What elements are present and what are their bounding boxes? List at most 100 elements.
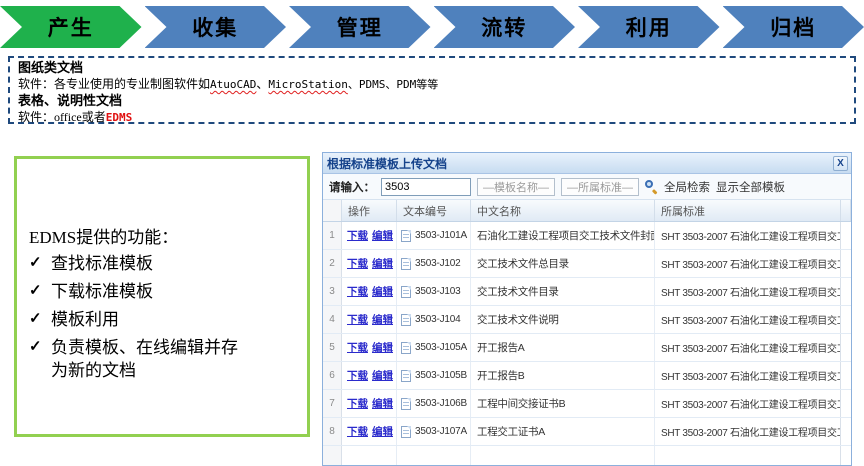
doc-name-cell: 交工技术文件说明 xyxy=(471,306,655,333)
row-actions: 下载 编辑 xyxy=(342,334,397,361)
edit-link[interactable]: 编辑 xyxy=(372,368,393,383)
feature-item-find: ✓ 查找标准模板 xyxy=(29,252,297,275)
header-operation[interactable]: 操作 xyxy=(342,200,397,221)
template-name-dropdown[interactable]: —模板名称— xyxy=(477,178,555,196)
row-spacer xyxy=(841,390,851,417)
document-icon xyxy=(401,286,411,298)
doc-code: 3503-J102 xyxy=(415,258,460,269)
edit-link[interactable]: 编辑 xyxy=(372,340,393,355)
edit-link[interactable]: 编辑 xyxy=(372,256,393,271)
search-input-label: 请输入： xyxy=(329,179,375,195)
feature-item-label: 查找标准模板 xyxy=(51,252,153,275)
feature-item-use: ✓ 模板利用 xyxy=(29,308,297,331)
row-number: 3 xyxy=(323,278,342,305)
header-chinese-name[interactable]: 中文名称 xyxy=(471,200,655,221)
feature-item-label: 负责模板、在线编辑并存为新的文档 xyxy=(51,336,247,382)
table-row: 3 下载 编辑 3503-J103 交工技术文件目录 SHT 3503-2007… xyxy=(323,278,851,306)
feature-item-edit-save: ✓ 负责模板、在线编辑并存为新的文档 xyxy=(29,336,297,382)
flow-step-collect: 收集 xyxy=(145,6,287,48)
header-row-number xyxy=(323,200,342,221)
table-row: 5 下载 编辑 3503-J105A 开工报告A SHT 3503-2007 石… xyxy=(323,334,851,362)
show-all-templates-button[interactable]: 显示全部模板 xyxy=(716,179,785,195)
doc-code-cell: 3503-J105B xyxy=(397,362,471,389)
drawings-software-suffix: 、PDMS、PDM等等 xyxy=(348,78,438,91)
software-name-edms: EDMS xyxy=(106,111,133,124)
edit-link[interactable]: 编辑 xyxy=(372,312,393,327)
doc-name-cell: 开工报告A xyxy=(471,334,655,361)
checkmark-icon: ✓ xyxy=(29,308,51,328)
download-link[interactable]: 下载 xyxy=(347,424,368,439)
row-actions: 下载 编辑 xyxy=(342,250,397,277)
edit-link[interactable]: 编辑 xyxy=(372,228,393,243)
doc-standard-cell: SHT 3503-2007 石油化工建设工程项目交工... xyxy=(655,390,841,417)
window-title: 根据标准模板上传文档 xyxy=(327,155,833,172)
download-link[interactable]: 下载 xyxy=(347,228,368,243)
download-link[interactable]: 下载 xyxy=(347,396,368,411)
row-actions: 下载 编辑 xyxy=(342,390,397,417)
upload-template-window: 根据标准模板上传文档 X 请输入： —模板名称— —所属标准— 全局检索 显示全… xyxy=(322,152,852,466)
table-header: 操作 文本编号 中文名称 所属标准 xyxy=(323,200,851,222)
doc-standard-cell xyxy=(655,446,841,466)
search-toolbar: 请输入： —模板名称— —所属标准— 全局检索 显示全部模板 xyxy=(323,174,851,200)
row-number: 4 xyxy=(323,306,342,333)
doc-code: 3503-J105B xyxy=(415,370,467,381)
doc-type-heading-tables: 表格、说明性文档 xyxy=(18,93,846,109)
download-link[interactable]: 下载 xyxy=(347,256,368,271)
feature-item-download: ✓ 下载标准模板 xyxy=(29,280,297,303)
download-link[interactable]: 下载 xyxy=(347,340,368,355)
doc-code-cell: 3503-J102 xyxy=(397,250,471,277)
standard-dropdown[interactable]: —所属标准— xyxy=(561,178,639,196)
row-spacer xyxy=(841,362,851,389)
feature-item-label: 模板利用 xyxy=(51,308,119,331)
doc-code: 3503-J103 xyxy=(415,286,460,297)
row-actions: 下载 编辑 xyxy=(342,278,397,305)
download-link[interactable]: 下载 xyxy=(347,284,368,299)
row-actions xyxy=(342,446,397,466)
search-input[interactable] xyxy=(381,178,471,196)
doc-name-cell xyxy=(471,446,655,466)
features-title: EDMS提供的功能： xyxy=(29,223,297,248)
doc-name-cell: 石油化工建设工程项目交工技术文件封面A xyxy=(471,222,655,249)
edit-link[interactable]: 编辑 xyxy=(372,424,393,439)
document-icon xyxy=(401,314,411,326)
row-number: 8 xyxy=(323,418,342,445)
doc-code: 3503-J104 xyxy=(415,314,460,325)
row-spacer xyxy=(841,306,851,333)
doc-standard-cell: SHT 3503-2007 石油化工建设工程项目交工... xyxy=(655,418,841,445)
table-row-partial xyxy=(323,446,851,466)
doc-code-cell: 3503-J106B xyxy=(397,390,471,417)
header-spacer xyxy=(841,200,851,221)
doc-standard-cell: SHT 3503-2007 石油化工建设工程项目交工... xyxy=(655,306,841,333)
row-actions: 下载 编辑 xyxy=(342,222,397,249)
edit-link[interactable]: 编辑 xyxy=(372,396,393,411)
global-search-button[interactable]: 全局检索 xyxy=(664,179,710,195)
row-spacer xyxy=(841,278,851,305)
header-doc-code[interactable]: 文本编号 xyxy=(397,200,471,221)
edit-link[interactable]: 编辑 xyxy=(372,284,393,299)
download-link[interactable]: 下载 xyxy=(347,368,368,383)
row-spacer xyxy=(841,334,851,361)
flow-step-manage: 管理 xyxy=(289,6,431,48)
document-icon xyxy=(401,426,411,438)
row-number: 2 xyxy=(323,250,342,277)
doc-name-cell: 交工技术文件目录 xyxy=(471,278,655,305)
table-row: 2 下载 编辑 3503-J102 交工技术文件总目录 SHT 3503-200… xyxy=(323,250,851,278)
row-number: 1 xyxy=(323,222,342,249)
close-icon[interactable]: X xyxy=(833,156,848,171)
doc-code-cell: 3503-J101A xyxy=(397,222,471,249)
header-standard[interactable]: 所属标准 xyxy=(655,200,841,221)
document-icon xyxy=(401,230,411,242)
doc-name-cell: 工程交工证书A xyxy=(471,418,655,445)
doc-code-cell: 3503-J105A xyxy=(397,334,471,361)
checkmark-icon: ✓ xyxy=(29,336,51,356)
doc-code-cell: 3503-J107A xyxy=(397,418,471,445)
row-number: 7 xyxy=(323,390,342,417)
download-link[interactable]: 下载 xyxy=(347,312,368,327)
doc-code: 3503-J106B xyxy=(415,398,467,409)
doc-standard-cell: SHT 3503-2007 石油化工建设工程项目交工... xyxy=(655,222,841,249)
row-actions: 下载 编辑 xyxy=(342,306,397,333)
row-spacer xyxy=(841,446,851,466)
table-row: 4 下载 编辑 3503-J104 交工技术文件说明 SHT 3503-2007… xyxy=(323,306,851,334)
flow-step-produce: 产生 xyxy=(0,6,142,48)
page: 产生 收集 管理 流转 利用 归档 图纸类文档 软件：各专业使用的专业制图软件如… xyxy=(0,0,864,466)
